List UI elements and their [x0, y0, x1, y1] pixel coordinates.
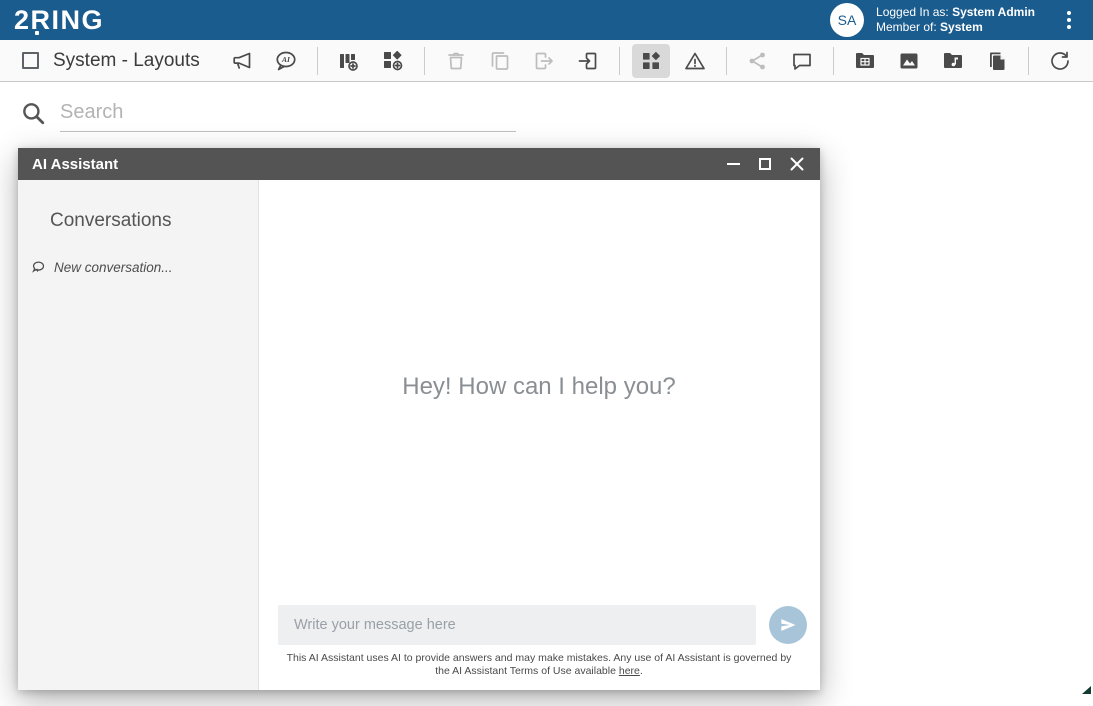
toolbar-divider: [833, 47, 834, 75]
media-audio-folder-icon[interactable]: [934, 44, 972, 78]
ai-assistant-dialog: AI Assistant Conversations New conversat…: [18, 148, 820, 690]
app-page: 2RING SA Logged In as: System Admin Memb…: [0, 0, 1093, 706]
toolbar-divider: [619, 47, 620, 75]
new-conversation-icon: [30, 259, 47, 276]
megaphone-icon[interactable]: [223, 44, 261, 78]
add-layout-icon[interactable]: [330, 44, 368, 78]
disclaimer-suffix: .: [640, 665, 643, 677]
conversations-sidebar: Conversations New conversation...: [18, 180, 259, 690]
media-image-folder-icon[interactable]: [890, 44, 928, 78]
member-label: Member of:: [876, 20, 940, 34]
brand-logo-text: 2RING: [14, 5, 104, 35]
disclaimer-text: This AI Assistant uses AI to provide ans…: [287, 652, 792, 677]
warning-icon[interactable]: [676, 44, 714, 78]
logged-in-label: Logged In as:: [876, 5, 952, 19]
media-file-copy-icon[interactable]: [978, 44, 1016, 78]
dialog-title: AI Assistant: [32, 156, 118, 173]
send-icon: [778, 615, 798, 635]
header-user-area: SA Logged In as: System Admin Member of:…: [830, 3, 1083, 37]
toolbar-divider: [424, 47, 425, 75]
dialog-window-controls: [722, 153, 808, 175]
logged-in-line: Logged In as: System Admin: [876, 5, 1035, 20]
toolbar-icons: AI: [223, 44, 1079, 78]
minimize-icon: [727, 163, 740, 165]
brand-logo: 2RING: [14, 5, 104, 36]
delete-icon: [437, 44, 475, 78]
member-line: Member of: System: [876, 20, 1035, 35]
message-row: [278, 605, 807, 645]
maximize-button[interactable]: [754, 153, 776, 175]
message-input[interactable]: [278, 605, 756, 645]
terms-of-use-link[interactable]: here: [619, 665, 640, 677]
svg-text:AI: AI: [281, 55, 291, 64]
toolbar-divider: [726, 47, 727, 75]
close-icon: [790, 157, 804, 171]
import-icon[interactable]: [569, 44, 607, 78]
search-row: [0, 82, 1093, 144]
dialog-titlebar[interactable]: AI Assistant: [18, 148, 820, 180]
toolbar-divider: [1028, 47, 1029, 75]
comment-icon[interactable]: [783, 44, 821, 78]
new-conversation-item[interactable]: New conversation...: [30, 259, 258, 276]
new-conversation-label: New conversation...: [54, 260, 173, 275]
brand-logo-dot: [35, 31, 39, 35]
widgets-icon[interactable]: [632, 44, 670, 78]
add-widget-icon[interactable]: [374, 44, 412, 78]
share-icon: [739, 44, 777, 78]
minimize-button[interactable]: [722, 153, 744, 175]
media-table-folder-icon[interactable]: [846, 44, 884, 78]
search-icon: [20, 100, 46, 126]
search-input[interactable]: [60, 94, 516, 132]
logged-in-value: System Admin: [952, 5, 1035, 19]
close-button[interactable]: [786, 153, 808, 175]
conversations-heading: Conversations: [50, 210, 258, 232]
chat-main-area: Hey! How can I help you? This AI Assista…: [259, 180, 819, 690]
app-header: 2RING SA Logged In as: System Admin Memb…: [0, 0, 1093, 40]
toolbar-divider: [317, 47, 318, 75]
export-icon: [525, 44, 563, 78]
cursor-artifact: [1082, 686, 1091, 694]
member-value: System: [940, 20, 983, 34]
page-title: System - Layouts: [53, 50, 200, 72]
toolbar-left: System - Layouts: [22, 50, 200, 72]
avatar[interactable]: SA: [830, 3, 864, 37]
assistant-greeting: Hey! How can I help you?: [259, 373, 819, 401]
copy-icon: [481, 44, 519, 78]
maximize-icon: [759, 158, 771, 170]
kebab-menu-icon[interactable]: [1055, 3, 1083, 37]
dialog-body: Conversations New conversation... Hey! H…: [18, 180, 820, 690]
send-button[interactable]: [769, 606, 807, 644]
ai-chat-icon[interactable]: AI: [267, 44, 305, 78]
refresh-icon[interactable]: [1041, 44, 1079, 78]
ai-disclaimer: This AI Assistant uses AI to provide ans…: [278, 652, 800, 677]
toolbar: System - Layouts AI: [0, 40, 1093, 82]
select-all-checkbox[interactable]: [22, 52, 39, 69]
user-info: Logged In as: System Admin Member of: Sy…: [876, 5, 1035, 35]
